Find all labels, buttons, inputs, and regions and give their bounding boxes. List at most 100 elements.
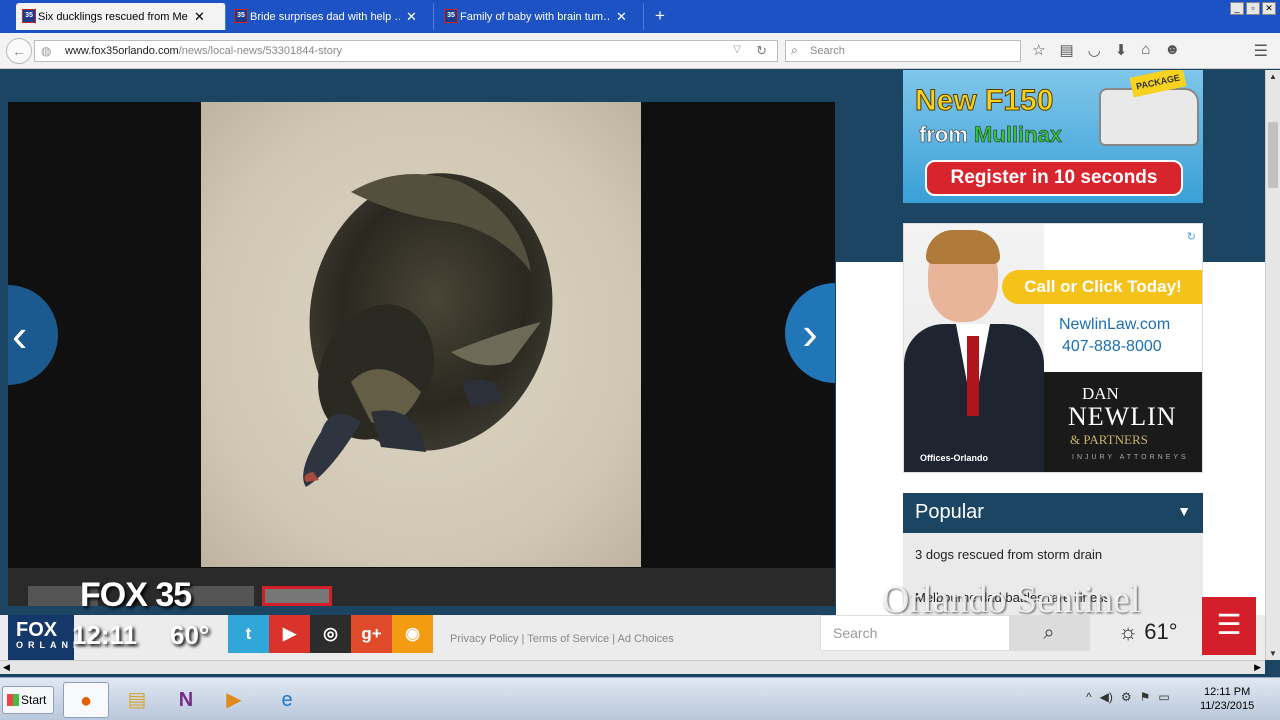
register-button[interactable]: Register in 10 seconds [925,160,1183,196]
url-dropdown-icon[interactable]: ▽ [733,44,741,55]
vertical-scrollbar[interactable]: ▲ ▼ [1265,70,1280,660]
fox35-logo[interactable]: FOX ORLANDO [8,615,92,660]
maximize-button[interactable]: ▫ [1246,2,1260,15]
firefox-taskbar-icon[interactable]: ● [63,682,109,718]
monitor-icon[interactable]: ▭ [1158,690,1169,704]
call-banner: Call or Click Today! [1002,270,1202,304]
law-website: NewlinLaw.com [1059,316,1171,333]
photo-gallery [8,102,835,570]
ad-choices-icon[interactable]: ↻ [1187,230,1196,243]
hamburger-icon[interactable]: ☰ [1254,41,1268,61]
popular-title: Popular [915,501,984,523]
law-tagline: INJURY ATTORNEYS [1072,454,1189,461]
tab-bride[interactable]: 35 Bride surprises dad with help … ✕ [228,3,434,30]
page-content: ‹ › PACKAGE New F150 from Mullinax Regis… [0,70,1265,615]
fox35-favicon-icon: 35 [22,9,36,23]
instagram-icon[interactable]: ◎ [310,615,351,653]
fox35-favicon-icon: 35 [444,9,458,23]
law-firm-ad[interactable]: ↻ Call or Click Today! NewlinLaw.com 407… [903,223,1203,473]
internet-explorer-taskbar-icon[interactable]: e [264,682,310,718]
tray-expand-icon[interactable]: ^ [1086,690,1092,704]
scroll-left-icon[interactable]: ◀ [3,662,10,673]
fox35-favicon-icon: 35 [234,9,248,23]
media-taskbar-icon[interactable]: ▶ [211,682,257,718]
popular-header[interactable]: Popular ▼ [903,493,1203,533]
sun-icon: ☼ [1118,619,1139,644]
ad-subline: from Mullinax [919,122,1063,148]
close-window-button[interactable]: ✕ [1262,2,1276,15]
footer-links[interactable]: Privacy Policy | Terms of Service | Ad C… [450,633,674,645]
system-tray: ^ ◀) ⚙ ⚑ ▭ [1086,690,1170,704]
broadcast-time: 12:11 [72,620,138,650]
truck-image [1099,88,1199,146]
site-search-placeholder: Search [833,625,878,641]
windows-flag-icon [7,694,19,706]
broadcast-temperature: 60° [170,620,210,650]
toolbar-icons: ☆ ▤ ◡ ⬇ ⌂ ☻ [1032,41,1180,59]
scroll-thumb[interactable] [1268,122,1278,188]
law-phone: 407-888-8000 [1062,338,1162,355]
law-offices: Offices-Orlando [920,453,989,463]
close-tab-icon[interactable]: ✕ [616,9,627,25]
law-partners: & PARTNERS [1070,432,1148,447]
explorer-taskbar-icon[interactable]: ▤ [114,682,160,718]
law-name-last: NEWLIN [1068,402,1177,431]
duckling-photo [201,102,641,567]
new-tab-button[interactable]: + [655,6,665,26]
google-plus-icon[interactable]: g+ [351,615,392,653]
pocket-icon[interactable]: ◡ [1088,41,1101,59]
app-taskbar-icon[interactable]: N [163,682,209,718]
tab-family[interactable]: 35 Family of baby with brain tum… ✕ [438,3,644,30]
magnifier-icon: ⌕ [791,43,798,57]
tab-ducklings[interactable]: 35 Six ducklings rescued from Me… ✕ [16,3,226,30]
home-icon[interactable]: ⌂ [1141,41,1150,59]
search-placeholder: Search [810,45,845,57]
broadcast-logo: FOX 35 [80,576,192,614]
caret-down-icon[interactable]: ▼ [1177,503,1191,519]
social-links: t ▶ ◎ g+ ◉ [228,615,433,653]
url-bar[interactable]: ◍ www.fox35orlando.com/news/local-news/5… [34,40,778,62]
tab-title: Six ducklings rescued from Me… [38,10,188,23]
attorney-photo [904,224,1044,472]
truck-ad[interactable]: PACKAGE New F150 from Mullinax Register … [903,70,1203,203]
navigation-bar: ← ◍ www.fox35orlando.com/news/local-news… [0,33,1280,69]
minimize-button[interactable]: _ [1230,2,1244,15]
tab-title: Family of baby with brain tum… [460,10,610,23]
tab-title: Bride surprises dad with help … [250,10,400,23]
chat-icon[interactable]: ☻ [1164,41,1180,59]
start-button[interactable]: Start [2,686,54,714]
volume-icon[interactable]: ◀) [1100,690,1113,704]
orlando-sentinel-watermark: Orlando Sentinel [882,579,1141,621]
ad-headline: New F150 [914,84,1054,118]
youtube-icon[interactable]: ▶ [269,615,310,653]
browser-tab-strip: 35 Six ducklings rescued from Me… ✕ 35 B… [0,0,1280,33]
url-text: www.fox35orlando.com/news/local-news/533… [65,45,342,57]
back-arrow-icon[interactable]: ← [6,38,32,64]
weather-widget[interactable]: ☼ 61° [1118,619,1178,645]
rss-icon[interactable]: ◉ [392,615,433,653]
network-icon[interactable]: ⚙ [1121,690,1132,704]
thumbnail[interactable] [184,586,254,606]
horizontal-scrollbar[interactable]: ◀ ▶ [0,660,1265,674]
thumbnail-selected[interactable] [262,586,332,606]
windows-taskbar: Start ● ▤ N ▶ e ^ ◀) ⚙ ⚑ ▭ 12:11 PM 11/2… [0,677,1280,720]
law-name-first: DAN [1082,384,1119,403]
scroll-right-icon[interactable]: ▶ [1254,662,1261,673]
taskbar-clock[interactable]: 12:11 PM 11/23/2015 [1200,685,1254,713]
popular-item[interactable]: 3 dogs rescued from storm drain [903,533,1203,562]
clipboard-icon[interactable]: ▤ [1059,41,1073,59]
globe-icon: ◍ [41,44,52,58]
duckling-image [303,173,553,487]
scroll-up-icon[interactable]: ▲ [1269,72,1277,81]
security-icon[interactable]: ⚑ [1140,690,1151,704]
twitter-icon[interactable]: t [228,615,269,653]
download-arrow-icon[interactable]: ⬇ [1115,41,1128,59]
star-icon[interactable]: ☆ [1032,41,1045,59]
close-tab-icon[interactable]: ✕ [406,9,417,25]
browser-search-bar[interactable]: ⌕ Search [785,40,1021,62]
close-tab-icon[interactable]: ✕ [194,9,205,25]
reload-icon[interactable]: ↻ [756,43,767,59]
site-menu-button[interactable]: ☰ [1202,597,1256,655]
scroll-down-icon[interactable]: ▼ [1269,649,1277,658]
window-controls: _ ▫ ✕ [1230,2,1276,15]
